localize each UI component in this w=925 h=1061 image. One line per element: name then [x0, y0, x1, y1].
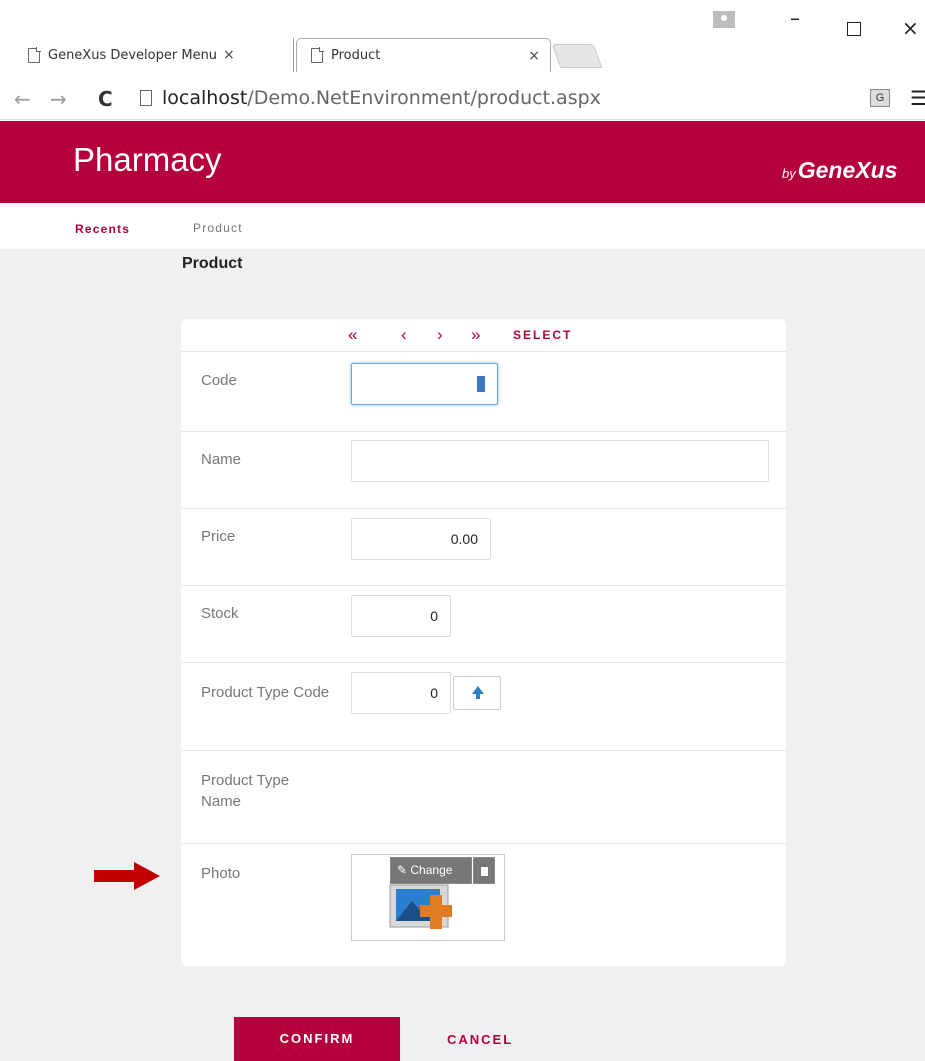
name-row: Name — [181, 432, 786, 509]
next-record-button[interactable]: › — [437, 325, 443, 345]
back-arrow-icon[interactable]: ← — [14, 87, 31, 111]
up-arrow-icon — [472, 686, 484, 699]
minimize-icon[interactable]: – — [790, 6, 800, 30]
new-tab-button[interactable] — [551, 44, 603, 68]
previous-record-button[interactable]: ‹ — [401, 325, 407, 345]
product-type-code-input[interactable]: 0 — [351, 672, 451, 714]
breadcrumb: Recents Product — [0, 203, 925, 249]
pencil-icon: ✎ — [397, 863, 411, 877]
tab-close-icon[interactable]: × — [528, 48, 540, 64]
tab-label: Product — [331, 48, 381, 63]
breadcrumb-recents-link[interactable]: Recents — [75, 222, 130, 236]
address-bar: ← → C localhost/Demo.NetEnvironment/prod… — [0, 78, 925, 120]
product-type-prompt-button[interactable] — [453, 676, 501, 710]
price-label: Price — [201, 528, 236, 545]
breadcrumb-current: Product — [193, 221, 243, 235]
url-path: /Demo.NetEnvironment/product.aspx — [247, 87, 601, 109]
record-navigation: « ‹ › » SELECT — [181, 319, 786, 352]
brand-name: GeneXus — [797, 157, 898, 183]
main-content: Product « ‹ › » SELECT Code Name Price 0… — [0, 249, 925, 1061]
tab-genexus-developer-menu[interactable]: GeneXus Developer Menu × — [14, 38, 294, 72]
code-row: Code — [181, 353, 786, 432]
product-type-name-label: Product Type Name — [201, 772, 290, 810]
select-button[interactable]: SELECT — [513, 328, 572, 342]
close-window-icon[interactable]: × — [902, 16, 919, 40]
menu-icon[interactable]: ☰ — [910, 86, 925, 111]
reload-icon[interactable]: C — [98, 87, 113, 111]
cancel-button[interactable]: CANCEL — [447, 1032, 513, 1047]
change-photo-button[interactable]: ✎ Change — [390, 857, 472, 884]
url-host: localhost — [162, 87, 248, 109]
brand-logo: byGeneXus — [782, 157, 897, 184]
product-type-code-label: Product Type Code — [201, 684, 330, 701]
profile-icon[interactable] — [713, 11, 735, 28]
code-label: Code — [201, 372, 237, 389]
brand-prefix: by — [782, 166, 796, 181]
delete-photo-button[interactable] — [473, 857, 495, 884]
last-record-button[interactable]: » — [471, 325, 480, 345]
translate-icon[interactable]: G — [870, 89, 890, 107]
page-icon — [28, 46, 41, 63]
page-title: Product — [182, 255, 243, 272]
product-type-code-row: Product Type Code 0 — [181, 663, 786, 751]
page-icon — [140, 90, 152, 106]
name-input[interactable] — [351, 440, 769, 482]
code-input[interactable] — [351, 363, 498, 405]
trash-icon — [481, 867, 488, 876]
browser-titlebar: GeneXus Developer Menu × Product × – × — [0, 0, 925, 78]
forward-arrow-icon[interactable]: → — [50, 87, 67, 111]
stock-label: Stock — [201, 605, 239, 622]
name-label: Name — [201, 451, 242, 468]
price-row: Price 0.00 — [181, 509, 786, 586]
confirm-button[interactable]: CONFIRM — [234, 1017, 400, 1061]
stock-row: Stock 0 — [181, 586, 786, 663]
photo-field[interactable]: ✎ Change — [351, 854, 505, 941]
first-record-button[interactable]: « — [348, 325, 357, 345]
form-card: « ‹ › » SELECT Code Name Price 0.00 Stoc… — [181, 319, 786, 966]
text-cursor — [477, 376, 485, 393]
photo-row: Photo ✎ Change — [181, 844, 786, 966]
red-arrow-icon — [94, 862, 160, 890]
app-header: Pharmacy byGeneXus — [0, 121, 925, 203]
maximize-icon[interactable] — [847, 22, 861, 36]
price-input[interactable]: 0.00 — [351, 518, 491, 560]
photo-label: Photo — [201, 865, 241, 882]
tab-close-icon[interactable]: × — [223, 47, 235, 63]
app-title: Pharmacy — [73, 141, 222, 178]
tab-label: GeneXus Developer Menu — [48, 47, 218, 63]
product-type-name-row: Product Type Name — [181, 751, 786, 844]
url-field[interactable]: localhost/Demo.NetEnvironment/product.as… — [162, 87, 601, 109]
stock-input[interactable]: 0 — [351, 595, 451, 637]
tab-product[interactable]: Product × — [296, 38, 551, 72]
page-icon — [311, 47, 324, 63]
